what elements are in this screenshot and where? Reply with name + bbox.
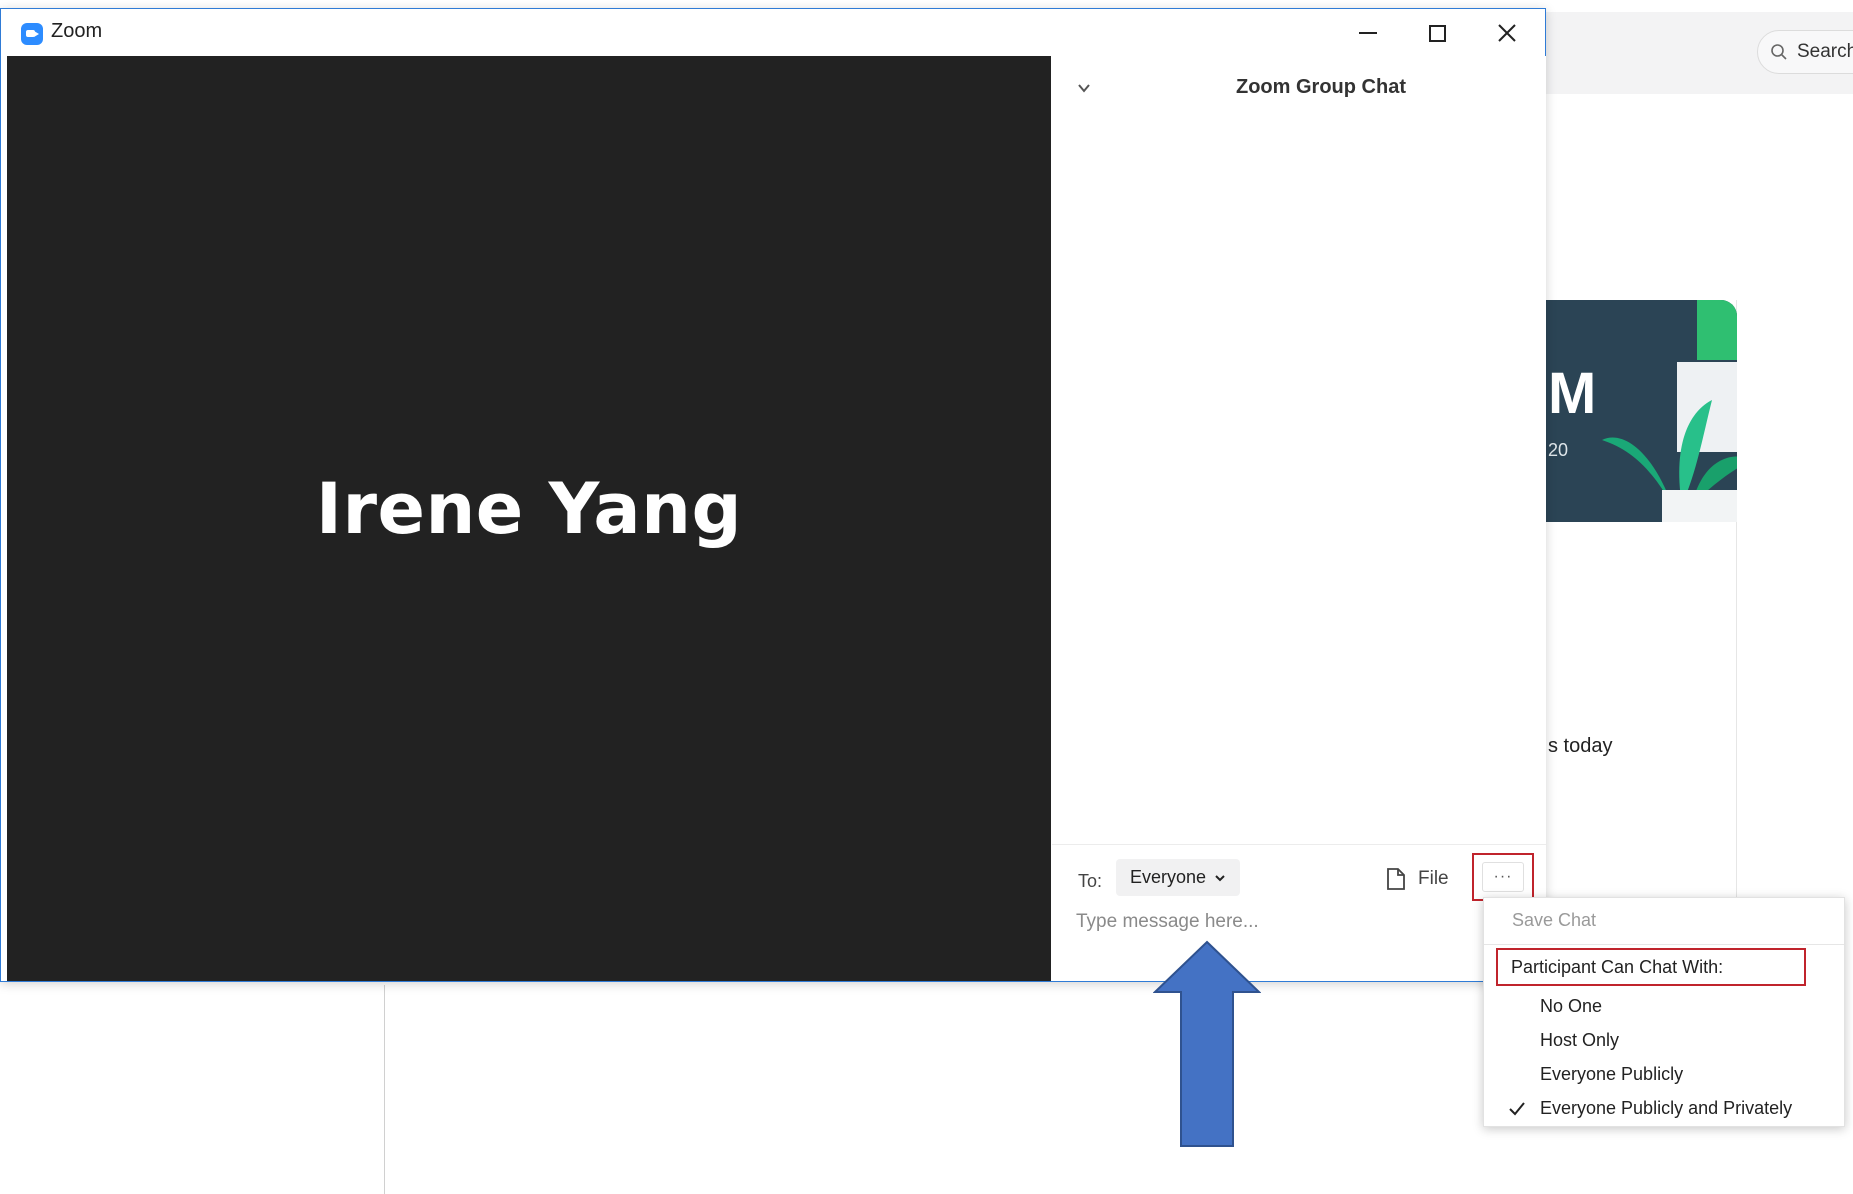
background-search-label: Search — [1797, 41, 1853, 62]
chat-panel: Zoom Group Chat To: Everyone File ··· — [1052, 56, 1546, 981]
file-label: File — [1418, 868, 1449, 889]
chevron-down-icon — [1215, 874, 1225, 881]
background-partial-text: s today — [1548, 735, 1613, 757]
recipient-value: Everyone — [1130, 867, 1207, 887]
chat-header: Zoom Group Chat — [1052, 56, 1546, 116]
menu-item-save-chat[interactable]: Save Chat — [1512, 910, 1853, 931]
close-button[interactable] — [1484, 15, 1530, 51]
plant-illustration — [1602, 300, 1737, 522]
chat-options-menu: Save Chat Participant Can Chat With: No … — [1483, 897, 1845, 1127]
menu-heading-label: Participant Can Chat With: — [1511, 956, 1724, 977]
annotation-arrow — [1153, 940, 1261, 1147]
more-options-button[interactable]: ··· — [1482, 862, 1524, 892]
minimize-icon — [1359, 32, 1377, 34]
close-icon — [1498, 24, 1516, 42]
banner-subtitle: 20 — [1548, 440, 1569, 460]
menu-option-host-only[interactable]: Host Only — [1540, 1030, 1853, 1051]
minimize-button[interactable] — [1345, 15, 1391, 51]
message-input[interactable] — [1076, 904, 1456, 940]
maximize-button[interactable] — [1414, 15, 1460, 51]
menu-option-everyone-publicly[interactable]: Everyone Publicly — [1540, 1064, 1853, 1085]
background-divider — [384, 985, 385, 1194]
zoom-window: Zoom Irene Yang Zoom Group Chat To: Ever… — [0, 8, 1546, 982]
video-panel[interactable]: Irene Yang — [7, 56, 1051, 981]
title-bar[interactable]: Zoom — [1, 9, 1545, 56]
zoom-app-icon — [21, 23, 43, 45]
participant-name: Irene Yang — [315, 467, 743, 550]
chat-title: Zoom Group Chat — [1236, 76, 1406, 98]
menu-heading-participant-chat: Participant Can Chat With: — [1496, 948, 1806, 986]
menu-option-everyone-publicly-privately[interactable]: Everyone Publicly and Privately — [1540, 1098, 1853, 1119]
background-search-box[interactable]: Search — [1757, 30, 1853, 74]
more-icon: ··· — [1493, 868, 1513, 885]
window-title: Zoom — [51, 20, 103, 42]
file-icon — [1387, 868, 1405, 890]
menu-divider — [1484, 944, 1844, 945]
menu-option-no-one[interactable]: No One — [1540, 996, 1853, 1017]
maximize-icon — [1428, 24, 1446, 42]
file-button[interactable]: File — [1386, 863, 1449, 895]
to-label: To: — [1078, 871, 1103, 891]
chat-separator — [1052, 844, 1546, 845]
more-options-highlight: ··· — [1472, 853, 1534, 901]
recipient-dropdown[interactable]: Everyone — [1116, 859, 1241, 896]
search-icon — [1771, 44, 1787, 60]
chat-messages-area[interactable] — [1052, 116, 1546, 841]
screen: Search M 20 s today Zoom Irene Yang Zoom… — [0, 0, 1853, 1194]
checkmark-icon — [1509, 1102, 1525, 1116]
